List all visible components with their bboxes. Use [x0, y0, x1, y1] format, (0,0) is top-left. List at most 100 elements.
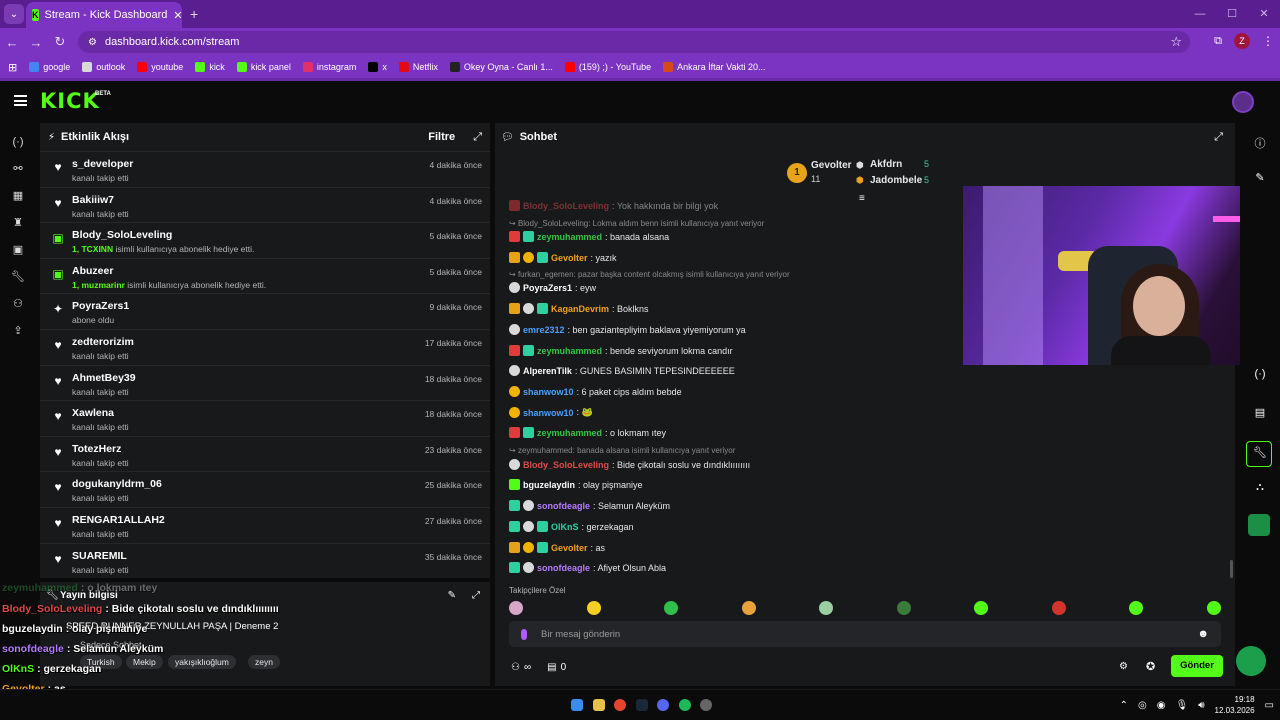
wrench-icon[interactable]: 🔧︎ — [1250, 446, 1270, 459]
chat-message[interactable]: sonofdeagle: Selamun Aleyküm — [509, 500, 670, 511]
tray-expand-icon[interactable]: ⌃ — [1120, 700, 1128, 711]
chat-username[interactable]: Blody_SoloLeveling — [523, 460, 609, 470]
chat-username[interactable]: AlperenTilk — [523, 366, 572, 376]
new-tab-icon[interactable]: + — [190, 6, 198, 22]
activity-username[interactable]: s_developer — [72, 158, 133, 170]
bookmark-item[interactable]: Okey Oyna - Canlı 1... — [449, 62, 553, 72]
kick-logo[interactable]: KICK — [40, 89, 100, 113]
activity-username[interactable]: dogukanyldrm_06 — [72, 478, 162, 490]
chat-message[interactable]: Gevolter: as — [509, 542, 605, 553]
activity-username[interactable]: Xawlena — [72, 407, 129, 419]
activity-item[interactable]: ▣ Blody_SoloLeveling 1, TCXINN isimli kull… — [40, 222, 490, 258]
site-info-icon[interactable]: ⚙ — [88, 37, 97, 48]
support-headset-icon[interactable] — [1236, 646, 1266, 676]
emote-icon[interactable] — [974, 601, 989, 615]
chat-message[interactable]: Blody_SoloLeveling: Yok hakkında bir bil… — [509, 200, 718, 211]
user-avatar[interactable] — [1232, 91, 1254, 113]
forward-icon[interactable]: → — [24, 35, 48, 50]
file-explorer-icon[interactable] — [593, 699, 605, 711]
broadcast-icon[interactable]: (·) — [1250, 368, 1270, 380]
activity-item[interactable]: ♥ Xawlena kanalı takip etti 18 dakika önce — [40, 400, 490, 436]
chat-message[interactable]: AlperenTilk: GUNES BASIMIN TEPESINDEEEEE… — [509, 365, 735, 376]
activity-username[interactable]: TotezHerz — [72, 443, 129, 455]
extensions-icon[interactable]: ⧉ — [1214, 35, 1222, 48]
maximize-icon[interactable]: ☐ — [1216, 0, 1248, 28]
mic-icon[interactable]: 🎙︎ — [1175, 700, 1188, 711]
edit-icon[interactable]: ✎ — [448, 590, 456, 601]
chat-message[interactable]: zeymuhammed: banada alsana — [509, 231, 669, 242]
broadcast-icon[interactable]: (·) — [0, 128, 36, 155]
chat-username[interactable]: sonofdeagle — [537, 501, 590, 511]
activity-username[interactable]: RENGAR1ALLAH2 — [72, 514, 165, 526]
notifications-icon[interactable]: ▭ — [1265, 700, 1274, 711]
discord-icon[interactable] — [657, 699, 669, 711]
activity-item[interactable]: ♥ AhmetBey39 kanalı takip etti 18 dakika ön… — [40, 364, 490, 401]
bookmark-item[interactable]: kick panel — [236, 62, 291, 72]
apps-grid-icon[interactable]: ⊞ — [8, 61, 17, 74]
chat-message[interactable]: zeymuhammed: o lokmam ıtey — [509, 427, 666, 438]
bookmark-item[interactable]: kick — [195, 62, 225, 72]
pinned-message-icon[interactable]: ≡ — [859, 193, 865, 204]
emote-icon[interactable] — [896, 601, 911, 615]
chat-message[interactable]: OlKnS: gerzekagan — [509, 521, 634, 532]
emote-icon[interactable] — [1051, 601, 1066, 615]
activity-item[interactable]: ♥ s_developer kanalı takip etti 4 dakika ön… — [40, 151, 490, 187]
activity-item[interactable]: ♥ dogukanyldrm_06 kanalı takip etti 25 daki… — [40, 471, 490, 507]
chat-scrollbar[interactable] — [1230, 560, 1233, 578]
activity-item[interactable]: ♥ TotezHerz kanalı takip etti 23 dakika önc… — [40, 435, 490, 472]
chat-username[interactable]: zeymuhammed — [537, 346, 602, 356]
chat-message[interactable]: Gevolter: yazık — [509, 252, 617, 263]
chat-username[interactable]: shanwow10 — [523, 387, 574, 397]
reply-context[interactable]: ↪ zeymuhammed: banada alsana isimli kull… — [509, 446, 735, 455]
tab-search-icon[interactable]: ⌄ — [4, 4, 24, 24]
chrome-icon[interactable] — [614, 699, 626, 711]
chat-username[interactable]: Gevolter — [551, 543, 588, 553]
back-icon[interactable]: ← — [0, 35, 24, 50]
spotify-icon[interactable] — [679, 699, 691, 711]
reply-context[interactable]: ↪ furkan_egemen: pazar başka content olc… — [509, 270, 790, 279]
info-icon[interactable]: ⓘ — [1250, 135, 1270, 151]
chat-message[interactable]: emre2312: ben gaziantepliyim baklava yiy… — [509, 324, 746, 335]
bookmark-star-icon[interactable]: ☆ — [1170, 34, 1182, 50]
popout-icon[interactable]: ⤢ — [473, 131, 482, 144]
chat-message-input[interactable]: Bir mesaj gönderin ☻ — [509, 621, 1221, 647]
emote-icon[interactable] — [509, 601, 523, 615]
activity-username[interactable]: Blody_SoloLeveling — [72, 229, 254, 241]
layers-icon[interactable]: ▤ — [1250, 406, 1270, 419]
minimize-icon[interactable]: — — [1184, 0, 1216, 28]
send-button[interactable]: Gönder — [1171, 655, 1223, 677]
browser-menu-icon[interactable]: ⋮ — [1262, 34, 1274, 48]
activity-username[interactable]: PoyraZers1 — [72, 300, 129, 312]
activity-item[interactable]: ▣ Abuzeer 1, muzmarinr isimli kullanıcıya … — [40, 257, 490, 294]
activity-item[interactable]: ♥ RENGAR1ALLAH2 kanalı takip etti 27 dakika… — [40, 506, 490, 543]
chat-username[interactable]: zeymuhammed — [537, 428, 602, 438]
network-icon[interactable]: ◎ — [1138, 700, 1147, 711]
emote-icon[interactable] — [664, 601, 679, 615]
chat-message[interactable]: zeymuhammed: bende seviyorum lokma candı… — [509, 345, 733, 356]
windows-start-icon[interactable] — [571, 699, 583, 711]
settings-gear-icon[interactable]: ⚙ — [1119, 661, 1128, 672]
share-icon[interactable]: ⛬ — [1250, 481, 1270, 494]
hamburger-menu-icon[interactable] — [14, 95, 27, 106]
bookmark-item[interactable]: Netflix — [398, 62, 438, 72]
bookmark-item[interactable]: google — [29, 62, 70, 72]
app-icon[interactable] — [700, 699, 712, 711]
popout-icon[interactable]: ⤢ — [1214, 131, 1223, 144]
filter-button[interactable]: Filtre — [428, 131, 455, 143]
emote-icon[interactable] — [586, 601, 601, 615]
bookmark-item[interactable]: youtube — [137, 62, 183, 72]
chat-message[interactable]: sonofdeagle: Afiyet Olsun Abla — [509, 562, 666, 573]
emote-icon[interactable] — [1129, 601, 1144, 615]
emote-icon[interactable] — [1206, 601, 1221, 615]
browser-tab-active[interactable]: K Stream - Kick Dashboard ✕ — [26, 2, 183, 28]
chat-message[interactable]: PoyraZers1: eyw — [509, 282, 596, 293]
activity-username[interactable]: Bakiiiw7 — [72, 194, 129, 206]
leaderboard-name[interactable]: Gevolter — [811, 160, 852, 171]
plugin-icon[interactable] — [1248, 514, 1270, 536]
chat-message[interactable]: shanwow10: 🐸 — [509, 407, 593, 418]
activity-username[interactable]: AhmetBey39 — [72, 372, 136, 384]
chat-username[interactable]: zeymuhammed — [537, 232, 602, 242]
steam-icon[interactable] — [636, 699, 648, 711]
activity-username[interactable]: SUAREMIL — [72, 550, 129, 562]
chat-message[interactable]: shanwow10: 6 paket cips aldım bebde — [509, 386, 682, 397]
